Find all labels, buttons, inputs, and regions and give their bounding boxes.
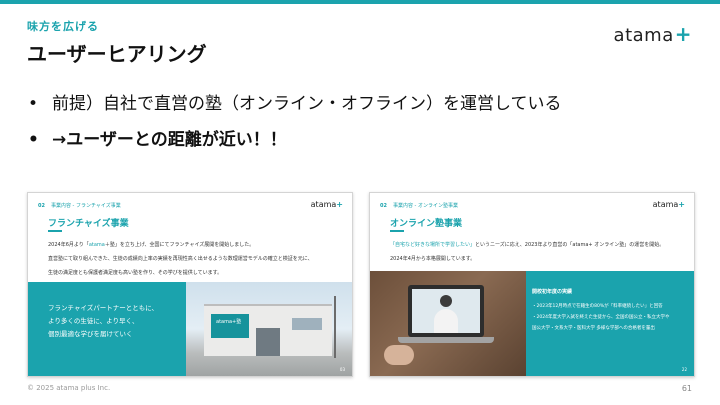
slide-body-line: 生徒の満足度とも保護者満足度も高い塾を作り、その学びを提供しています。 bbox=[48, 266, 338, 280]
copyright-notice: © 2025 atama plus Inc. bbox=[27, 384, 111, 392]
building-illustration: atama+塾 bbox=[204, 304, 332, 356]
building-sign: atama+塾 bbox=[211, 314, 249, 338]
body-highlight: 「自宅など好きな場所で学習したい」 bbox=[390, 242, 476, 248]
body-text: 2024年6月より「 bbox=[48, 242, 89, 248]
slide-brand-text: atama bbox=[310, 200, 337, 209]
building-door bbox=[256, 328, 280, 356]
results-list: ・2023年12月時点で在籍生の80%が「料率継続したい」と回答 ・2024年度… bbox=[532, 301, 669, 334]
callout-line: 個別最適な学びを届けていく bbox=[48, 330, 133, 338]
slide-brand-plus: + bbox=[678, 200, 685, 209]
brand-logo-plus: + bbox=[674, 22, 692, 46]
slide-callout-box: フランチャイズパートナーとともに、 より多くの生徒に、より早く、 個別最適な学び… bbox=[28, 282, 186, 376]
results-title: 開校初年度の実績 bbox=[532, 289, 573, 295]
bullet-list: • 前提）自社で直営の塾（オンライン・オフライン）を運営している • →ユーザーとの… bbox=[28, 86, 562, 158]
slide-body-line: 2024年4月から本格展開しています。 bbox=[390, 252, 680, 266]
building-window bbox=[292, 318, 322, 330]
slide-page-number: 22 bbox=[681, 367, 687, 372]
slide-title: フランチャイズ事業 bbox=[48, 219, 129, 229]
brand-logo-text: atama bbox=[613, 25, 674, 46]
slide-brand-text: atama bbox=[652, 200, 679, 209]
tutor-avatar-head bbox=[440, 295, 452, 307]
slide-body-line: 2024年6月より「atama＋塾」を立ち上げ、全国にてフランチャイズ展開を開始… bbox=[48, 238, 338, 252]
slide-body-line: 直営塾にて取り組んできた、生徒の成績向上率の実績を再現性高く出せるような数理運営… bbox=[48, 252, 338, 266]
laptop-screen bbox=[412, 289, 480, 333]
callout-text: フランチャイズパートナーとともに、 より多くの生徒に、より早く、 個別最適な学び… bbox=[48, 302, 158, 341]
bullet-marker: • bbox=[28, 94, 39, 114]
slide-title: オンライン塾事業 bbox=[390, 219, 463, 229]
bullet-text: 前提）自社で直営の塾（オンライン・オフライン）を運営している bbox=[52, 94, 562, 114]
slide-brand-logo: atama+ bbox=[653, 200, 685, 209]
school-building-photo: atama+塾 03 bbox=[186, 282, 352, 376]
bullet-marker: • bbox=[28, 130, 39, 150]
sign-text: atama+塾 bbox=[216, 319, 242, 325]
slide-number: 02 bbox=[38, 203, 45, 209]
slide-category: 事業内容 - オンライン塾事業 bbox=[392, 203, 458, 209]
body-highlight: atama bbox=[88, 242, 105, 248]
bullet-item: • →ユーザーとの距離が近い！！ bbox=[28, 122, 562, 158]
brand-logo: atama+ bbox=[614, 22, 692, 46]
slide-header: 02 事業内容 - フランチャイズ事業 bbox=[38, 202, 121, 209]
slide-brand-plus: + bbox=[336, 200, 343, 209]
body-text: 直営塾にて取り組んできた、生徒の成績向上率の実績を再現性高く出せるような数理運営… bbox=[48, 256, 313, 262]
section-label: 味方を広げる bbox=[27, 20, 99, 33]
title-underline bbox=[390, 230, 404, 232]
slide-body: 「自宅など好きな場所で学習したい」というニーズに応え、2023年より直営の「at… bbox=[390, 238, 680, 266]
slide-number: 02 bbox=[380, 203, 387, 209]
student-hand bbox=[384, 345, 414, 365]
slide-header: 02 事業内容 - オンライン塾事業 bbox=[380, 202, 458, 209]
results-item: ・2023年12月時点で在籍生の80%が「料率継続したい」と回答 bbox=[532, 304, 663, 309]
tutor-avatar-body bbox=[434, 309, 458, 333]
slide-thumbnail-franchise[interactable]: 02 事業内容 - フランチャイズ事業 atama+ フランチャイズ事業 2024… bbox=[27, 192, 353, 377]
utility-pole bbox=[334, 296, 336, 358]
slide-category: 事業内容 - フランチャイズ事業 bbox=[50, 203, 121, 209]
slide-page-number: 03 bbox=[339, 367, 345, 372]
laptop-base bbox=[398, 337, 494, 343]
slide-brand-logo: atama+ bbox=[311, 200, 343, 209]
body-text: 生徒の満足度とも保護者満足度も高い塾を作り、その学びを提供しています。 bbox=[48, 270, 223, 276]
bullet-text: →ユーザーとの距離が近い！！ bbox=[52, 130, 287, 150]
slide-thumbnail-online[interactable]: 02 事業内容 - オンライン塾事業 atama+ オンライン塾事業 「自宅など好… bbox=[369, 192, 695, 377]
body-text: というニーズに応え、2023年より直営の「atama+ オンライン塾」の運営を開… bbox=[475, 242, 665, 248]
top-accent-bar bbox=[0, 0, 720, 4]
body-text: ＋塾」を立ち上げ、全国にてフランチャイズ展開を開始しました。 bbox=[104, 242, 255, 248]
results-item: ・2024年度大学入試を終えた生徒から、全国の国公立・私立大学や bbox=[532, 315, 670, 320]
body-text: 2024年4月から本格展開しています。 bbox=[390, 256, 476, 262]
online-lesson-photo bbox=[370, 271, 526, 376]
callout-line: より多くの生徒に、より早く、 bbox=[48, 317, 139, 325]
title-underline bbox=[48, 230, 62, 232]
results-item: 国公大学・文系大学・医科大学 多様な学部への合格者を輩出 bbox=[532, 326, 655, 331]
page-number: 61 bbox=[681, 384, 692, 393]
slide-body-line: 「自宅など好きな場所で学習したい」というニーズに応え、2023年より直営の「at… bbox=[390, 238, 680, 252]
bullet-item: • 前提）自社で直営の塾（オンライン・オフライン）を運営している bbox=[28, 86, 562, 122]
laptop-illustration bbox=[408, 285, 484, 337]
slide-results-box: 開校初年度の実績 ・2023年12月時点で在籍生の80%が「料率継続したい」と回… bbox=[526, 271, 694, 376]
page-title: ユーザーヒアリング bbox=[27, 42, 207, 66]
callout-line: フランチャイズパートナーとともに、 bbox=[48, 304, 159, 312]
slide-body: 2024年6月より「atama＋塾」を立ち上げ、全国にてフランチャイズ展開を開始… bbox=[48, 238, 338, 280]
